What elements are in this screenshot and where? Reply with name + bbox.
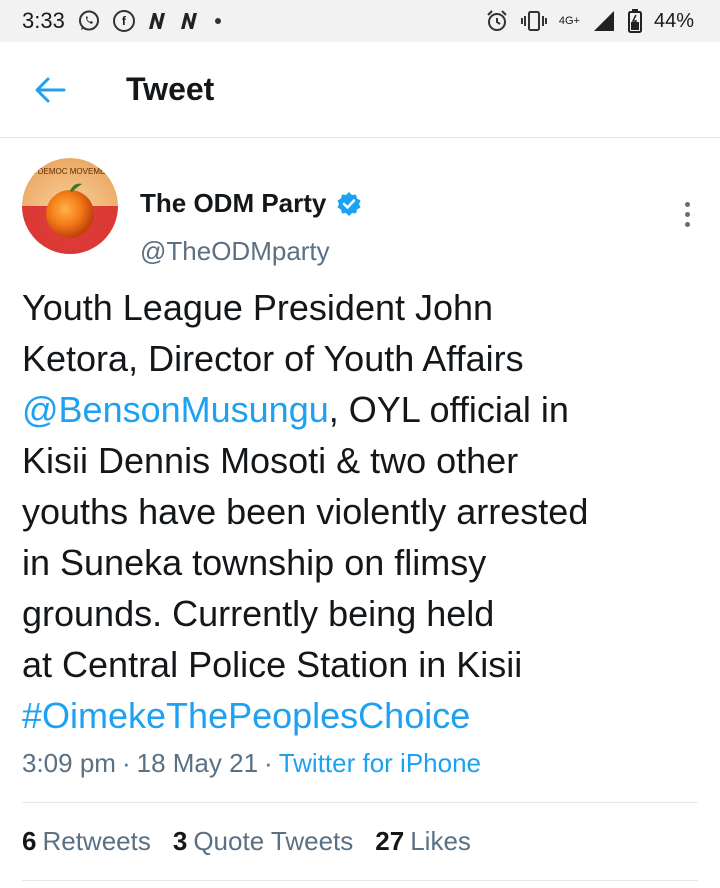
tweet-text-fragment: , OYL official in (328, 389, 569, 430)
meta-separator: · (121, 748, 131, 778)
alarm-icon (485, 9, 509, 33)
meta-separator: · (264, 748, 273, 778)
likes-count: 27 (375, 826, 405, 856)
hashtag-link[interactable]: #OimekeThePeoplesChoice (22, 690, 702, 741)
tweet-text-line: in Suneka township on flimsy (22, 542, 487, 583)
more-dot (684, 211, 690, 217)
tweet-date: 18 May 21 (136, 748, 259, 778)
n-app-icon (179, 12, 199, 30)
tweet-author-row: GE DEMOC MOVEMENT The ODM Party @TheODMp… (22, 158, 702, 266)
more-options-button[interactable] (672, 194, 702, 234)
network-type-label: 4G+ (558, 14, 580, 27)
author-name[interactable]: The ODM Party (140, 188, 326, 219)
retweets-stat[interactable]: 6 Retweets (22, 826, 151, 857)
avatar-text: GE DEMOC MOVEMENT (24, 167, 116, 176)
quote-tweets-stat[interactable]: 3 Quote Tweets (173, 826, 353, 857)
divider (22, 880, 698, 881)
tweet-text-line: at Central Police Station in Kisii (22, 644, 523, 685)
tweet-text-line: youths have been violently arrested (22, 491, 589, 532)
tweet-text-line: Youth League President John (22, 287, 494, 328)
tweet-time: 3:09 pm (22, 748, 116, 778)
status-bar: 3:33 f 4G+ 44% (0, 0, 720, 42)
more-dot (684, 221, 690, 227)
author-name-row: The ODM Party (140, 188, 362, 219)
arrow-left-icon (35, 77, 66, 102)
mention-link[interactable]: @BensonMusungu (22, 389, 329, 430)
whatsapp-icon (77, 9, 101, 33)
avatar-image: GE DEMOC MOVEMENT (22, 158, 118, 254)
status-left: 3:33 f (22, 8, 221, 34)
status-time: 3:33 (22, 8, 65, 33)
signal-icon (592, 10, 616, 32)
likes-stat[interactable]: 27 Likes (375, 826, 471, 857)
divider (22, 802, 698, 803)
back-button[interactable] (20, 60, 80, 120)
battery-icon (627, 9, 642, 33)
more-notifications-dot-icon (214, 18, 221, 24)
quote-tweets-count: 3 (172, 826, 188, 856)
more-dot (684, 201, 690, 207)
n-app-icon (147, 12, 167, 30)
verified-badge-icon (336, 191, 362, 217)
tweet-text-line: @BensonMusungu, OYL official in (22, 384, 702, 435)
facebook-icon: f (112, 10, 135, 32)
status-right: 4G+ 44% (485, 9, 694, 33)
tweet-meta: 3:09 pm · 18 May 21 · Twitter for iPhone (22, 748, 481, 779)
tweet-text: Youth League President John Ketora, Dire… (22, 282, 702, 741)
page-title: Tweet (126, 71, 215, 107)
tweet-source-link[interactable]: Twitter for iPhone (279, 748, 481, 778)
retweets-label: Retweets (42, 826, 151, 856)
vibrate-icon (520, 10, 547, 32)
app-header: Tweet (0, 42, 720, 138)
author-handle[interactable]: @TheODMparty (140, 236, 330, 267)
tweet-text-line: Kisii Dennis Mosoti & two other (22, 440, 519, 481)
likes-label: Likes (410, 826, 471, 856)
tweet-stats: 6 Retweets 3 Quote Tweets 27 Likes (22, 826, 471, 857)
battery-percentage: 44% (653, 9, 694, 32)
retweets-count: 6 (22, 826, 37, 856)
avatar[interactable]: GE DEMOC MOVEMENT (22, 158, 118, 254)
tweet-text-line: Ketora, Director of Youth Affairs (22, 338, 524, 379)
quote-tweets-label: Quote Tweets (193, 826, 354, 856)
tweet-text-line: grounds. Currently being held (22, 593, 495, 634)
